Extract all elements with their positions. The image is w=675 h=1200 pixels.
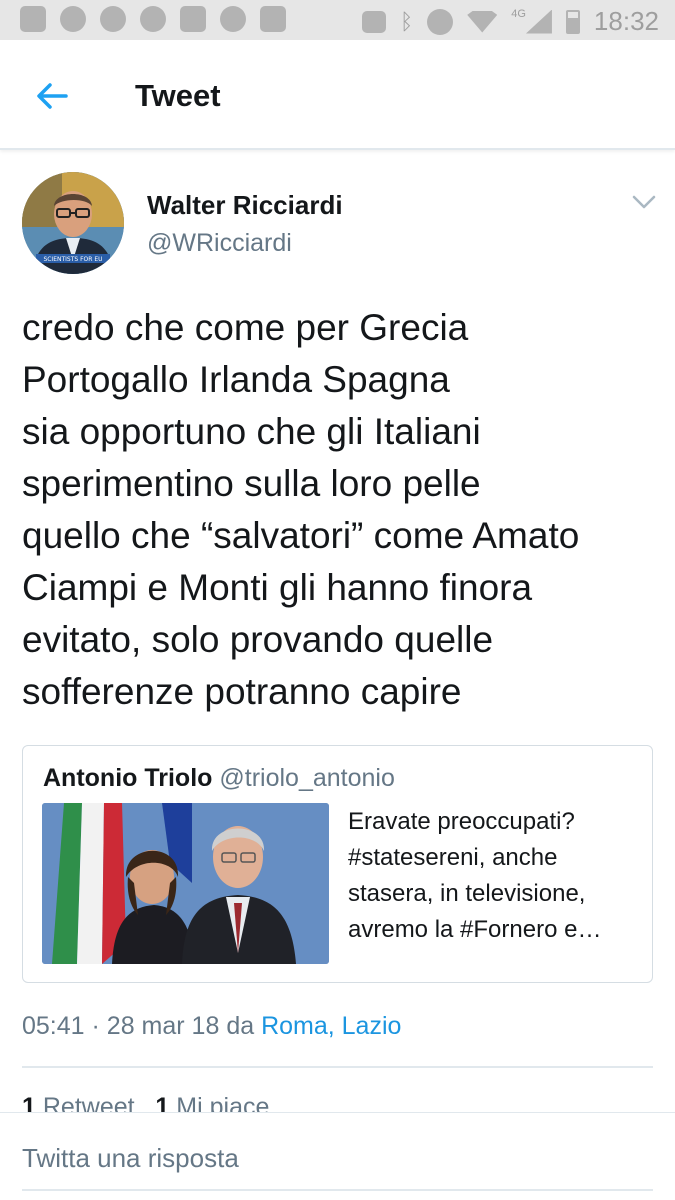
tweet-text-line: sperimentino sulla loro pelle	[22, 463, 481, 504]
alarm-icon	[140, 6, 166, 32]
quoted-text-line: Eravate preoccupati?	[348, 808, 575, 835]
chat-icon	[20, 6, 46, 32]
bluetooth-icon: ᛒ	[400, 8, 414, 34]
meta-from: da	[226, 1012, 255, 1040]
tweet-location-link[interactable]: Roma, Lazio	[261, 1012, 401, 1040]
tweet-stats: 1 Retweet 1 Mi piace	[22, 1093, 269, 1113]
like-label[interactable]: Mi piace	[176, 1093, 269, 1113]
notification-icons	[20, 6, 286, 32]
back-button[interactable]	[32, 78, 72, 114]
avatar-caption: SCIENTISTS FOR EU	[43, 256, 102, 263]
tweet-time: 05:41	[22, 1012, 85, 1040]
reply-input[interactable]: Twitta una risposta	[22, 1143, 239, 1174]
tweet-text-line: credo che come per Grecia	[22, 307, 469, 348]
like-count[interactable]: 1	[155, 1093, 169, 1113]
quoted-text-line: avremo la #Fornero e…	[348, 916, 602, 943]
quoted-photo	[42, 803, 329, 964]
tweet-meta: 05:41 · 28 mar 18 da Roma, Lazio	[22, 1012, 401, 1041]
camera-icon	[100, 6, 126, 32]
author-handle[interactable]: @WRicciardi	[147, 229, 292, 258]
app-header: Tweet	[0, 40, 675, 150]
chrome-icon	[60, 6, 86, 32]
app-icon	[260, 6, 286, 32]
quoted-tweet-image[interactable]	[42, 803, 329, 964]
wifi-icon	[467, 10, 498, 33]
quoted-author-handle: @triolo_antonio	[219, 764, 395, 792]
signal-icon	[525, 9, 552, 34]
quoted-author-name: Antonio Triolo	[43, 764, 213, 792]
gmail-icon	[180, 6, 206, 32]
alarm-icon	[427, 8, 454, 35]
clock: 18:32	[593, 6, 659, 36]
reply-bar: Twitta una risposta	[0, 1112, 675, 1200]
quoted-text-line: #statesereni, anche	[348, 844, 558, 871]
tweet-text: credo che come per Grecia Portogallo Irl…	[22, 302, 667, 718]
tweet-text-line: sia opportuno che gli Italiani	[22, 411, 481, 452]
quoted-tweet-text: Eravate preoccupati? #statesereni, anche…	[348, 804, 638, 948]
meta-separator: ·	[91, 1012, 100, 1040]
author-name[interactable]: Walter Ricciardi	[147, 190, 343, 221]
retweet-count[interactable]: 1	[22, 1093, 36, 1113]
quoted-tweet-header: Antonio Triolo @triolo_antonio	[43, 764, 395, 793]
retweet-label[interactable]: Retweet	[43, 1093, 135, 1113]
arrow-left-icon	[37, 83, 68, 109]
status-bar: ᛒ 4G 18:32	[0, 0, 675, 40]
avatar[interactable]: SCIENTISTS FOR EU	[22, 172, 124, 274]
tweet-text-line: Ciampi e Monti gli hanno finora	[22, 567, 533, 608]
network-type: 4G	[511, 7, 526, 20]
chevron-down-icon	[632, 195, 656, 209]
avatar-image: SCIENTISTS FOR EU	[22, 172, 124, 274]
battery-icon	[565, 9, 580, 34]
tweet-text-line: evitato, solo provando quelle	[22, 619, 494, 660]
tweet-date: 28 mar 18	[106, 1012, 220, 1040]
divider	[22, 1066, 653, 1068]
system-icons: ᛒ 4G 18:32	[362, 6, 659, 37]
cast-icon	[362, 10, 387, 33]
quoted-tweet[interactable]: Antonio Triolo @triolo_antonio Eravate p…	[22, 745, 653, 983]
whatsapp-icon	[220, 6, 246, 32]
quoted-text-line: stasera, in televisione,	[348, 880, 586, 907]
reply-underline	[22, 1189, 653, 1191]
tweet-options-button[interactable]	[630, 192, 658, 212]
tweet-text-line: quello che “salvatori” come Amato	[22, 515, 580, 556]
tweet-text-line: Portogallo Irlanda Spagna	[22, 359, 450, 400]
tweet-text-line: sofferenze potranno capire	[22, 671, 462, 712]
page-title: Tweet	[135, 78, 221, 113]
